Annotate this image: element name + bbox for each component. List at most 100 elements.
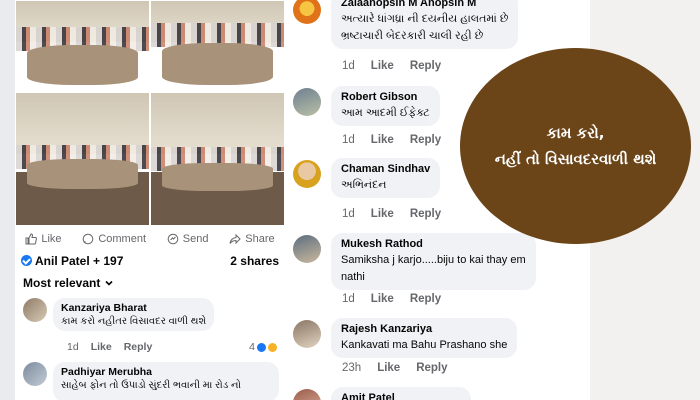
comment-text-line: ભ્રષ્ટાચારી બેદરકારી ચાલી રહી છે — [341, 30, 484, 42]
comment-time[interactable]: 1d — [342, 60, 355, 72]
send-label: Send — [182, 233, 209, 245]
reactions-summary[interactable]: Anil Patel + 197 — [21, 254, 123, 268]
comment-like-button[interactable]: Like — [371, 60, 394, 72]
comment-time[interactable]: 1d — [342, 208, 355, 220]
avatar[interactable] — [293, 235, 321, 263]
avatar[interactable] — [293, 0, 321, 24]
send-button[interactable]: Send — [167, 233, 209, 245]
commenter-name[interactable]: Padhiyar Merubha — [61, 366, 271, 378]
comment-actions: 1d Like Reply — [342, 60, 441, 72]
verified-reaction-icon — [21, 255, 32, 266]
comment-text: કામ કરો નહીતર વિસાવદર વાળી થશે — [61, 316, 207, 327]
comment-item: Padhiyar Merubha સાહેબ ફોન તો ઉપાડો સુંદ… — [23, 362, 283, 400]
photo-table — [26, 45, 139, 85]
meeting-photo-3[interactable] — [15, 92, 150, 226]
sort-label: Most relevant — [23, 276, 101, 290]
comment-like-button[interactable]: Like — [91, 341, 112, 353]
comment-item: Amit Patel — [293, 387, 583, 400]
commenter-name[interactable]: Chaman Sindhav — [341, 163, 430, 175]
comment-time[interactable]: 1d — [342, 293, 355, 305]
comment-reply-button[interactable]: Reply — [124, 341, 153, 353]
comment-bubble: Zalaanopsin M Anopsin M અત્યારે ધાંગધ્રા… — [331, 0, 519, 49]
photo-table — [161, 43, 274, 85]
avatar[interactable] — [293, 389, 321, 400]
comment-bubble: Chaman Sindhav અભિનંદન — [331, 158, 441, 198]
thumbs-up-icon — [25, 233, 38, 245]
avatar[interactable] — [293, 320, 321, 348]
comment-item: Rajesh Kanzariya Kankavati ma Bahu Prash… — [293, 318, 583, 380]
photo-grid[interactable] — [15, 0, 285, 226]
comment-label: Comment — [98, 233, 147, 245]
sort-dropdown[interactable]: Most relevant — [23, 276, 114, 290]
comment-text-line: Kankavati ma Bahu Prashano she — [341, 339, 508, 351]
comment-like-button[interactable]: Like — [371, 293, 394, 305]
comment-actions: 1d Like Reply — [342, 134, 441, 146]
commenter-name[interactable]: Zalaanopsin M Anopsin M — [341, 0, 508, 9]
comment-like-button[interactable]: Like — [371, 208, 394, 220]
meeting-photo-4[interactable] — [150, 92, 285, 226]
reaction-count: 4 — [249, 341, 255, 353]
post-panel: Like Comment Send Share Anil Patel + 197… — [15, 0, 285, 400]
comment-actions: 23h Like Reply — [342, 362, 448, 374]
headline-overlay: કામ કરો, નહીં તો વિસાવદરવાળી થશે — [460, 48, 691, 244]
comment-actions: 1d Like Reply — [342, 293, 441, 305]
commenter-name[interactable]: Robert Gibson — [341, 91, 430, 103]
comment-bubble: Padhiyar Merubha સાહેબ ફોન તો ઉપાડો સુંદ… — [53, 362, 279, 400]
photo-table — [26, 159, 139, 189]
commenter-name[interactable]: Mukesh Rathod — [341, 238, 526, 250]
commenter-name[interactable]: Amit Patel — [341, 392, 461, 400]
comment-reply-button[interactable]: Reply — [410, 134, 441, 146]
comment-reply-button[interactable]: Reply — [416, 362, 447, 374]
meeting-photo-2[interactable] — [150, 0, 285, 92]
avatar[interactable] — [23, 298, 47, 322]
post-action-bar: Like Comment Send Share — [15, 228, 285, 250]
photo-wall — [151, 93, 284, 154]
comment-actions: 1d Like Reply — [67, 341, 152, 353]
avatar[interactable] — [23, 362, 47, 386]
shares-count[interactable]: 2 shares — [230, 254, 279, 268]
comment-reply-button[interactable]: Reply — [410, 60, 441, 72]
comment-item: Kanzariya Bharat કામ કરો નહીતર વિસાવદર વ… — [23, 298, 283, 356]
comment-item: Mukesh Rathod Samiksha j karjo.....biju … — [293, 233, 583, 311]
like-button[interactable]: Like — [25, 233, 62, 245]
comment-text-line: અભિનંદન — [341, 179, 387, 191]
comment-button[interactable]: Comment — [82, 233, 146, 245]
haha-reaction-icon — [268, 342, 277, 352]
comment-actions: 1d Like Reply — [342, 208, 441, 220]
messenger-icon — [167, 233, 179, 245]
comment-reactions[interactable]: 4 — [249, 341, 277, 353]
comment-reply-button[interactable]: Reply — [410, 293, 441, 305]
comment-icon — [83, 233, 94, 245]
avatar[interactable] — [293, 88, 321, 116]
comment-text-line: Samiksha j karjo.....biju to kai thay em — [341, 254, 526, 266]
post-meta-row: Anil Patel + 197 2 shares — [21, 254, 279, 268]
avatar[interactable] — [293, 160, 321, 188]
headline-line-1: કામ કરો, — [546, 124, 605, 142]
chevron-down-icon — [105, 280, 113, 286]
comment-text-line: nathi — [341, 271, 365, 283]
share-button[interactable]: Share — [229, 233, 275, 245]
comment-like-button[interactable]: Like — [371, 134, 394, 146]
headline-line-2: નહીં તો વિસાવદરવાળી થશે — [494, 150, 657, 168]
comment-bubble: Robert Gibson આમ આદમી ઈફેક્ટ — [331, 86, 440, 126]
comment-bubble: Mukesh Rathod Samiksha j karjo.....biju … — [331, 233, 536, 290]
comment-time[interactable]: 23h — [342, 362, 361, 374]
like-reaction-icon — [257, 342, 266, 352]
like-label: Like — [41, 233, 62, 245]
comment-bubble: Rajesh Kanzariya Kankavati ma Bahu Prash… — [331, 318, 518, 358]
comment-text-line: આમ આદમી ઈફેક્ટ — [341, 107, 430, 119]
comment-text-line: અત્યારે ધાંગધ્રા ની દયનીય હાલતમાં છે — [341, 13, 509, 25]
comment-bubble: Amit Patel — [331, 387, 471, 400]
meeting-photo-1[interactable] — [15, 0, 150, 92]
comment-time[interactable]: 1d — [342, 134, 355, 146]
share-label: Share — [245, 233, 275, 245]
comment-bubble: Kanzariya Bharat કામ કરો નહીતર વિસાવદર વ… — [53, 298, 215, 331]
comment-reply-button[interactable]: Reply — [410, 208, 441, 220]
comment-text: સાહેબ ફોન તો ઉપાડો સુંદરી ભવાની મા રોડ ન… — [61, 380, 241, 391]
share-icon — [229, 233, 241, 245]
commenter-name[interactable]: Rajesh Kanzariya — [341, 323, 507, 335]
photo-table — [161, 163, 274, 191]
commenter-name[interactable]: Kanzariya Bharat — [61, 302, 206, 314]
comment-like-button[interactable]: Like — [377, 362, 400, 374]
comment-time[interactable]: 1d — [67, 341, 79, 353]
